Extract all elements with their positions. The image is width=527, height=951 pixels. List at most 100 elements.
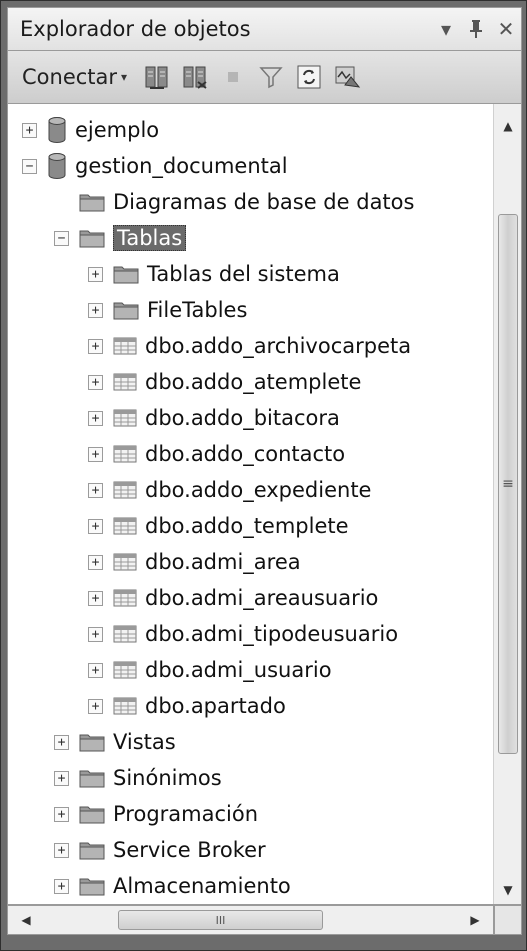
table-icon (113, 408, 137, 428)
expand-icon[interactable]: + (54, 734, 69, 750)
panel-title: Explorador de objetos (20, 17, 251, 41)
grip-icon: III (215, 913, 226, 927)
tree-node-label: dbo.addo_atemplete (145, 370, 362, 394)
connect-server-icon[interactable] (139, 59, 175, 95)
folder-icon (79, 732, 105, 752)
tree-node[interactable]: + dbo.addo_templete (88, 508, 349, 544)
tree-node[interactable]: + dbo.addo_archivocarpeta (88, 328, 411, 364)
window-position-dropdown-icon[interactable]: ▾ (431, 14, 461, 44)
expand-icon[interactable]: + (54, 842, 69, 858)
tree-node[interactable]: + dbo.admi_areausuario (88, 580, 378, 616)
tree-node-label: dbo.addo_templete (145, 514, 349, 538)
horizontal-scroll-thumb[interactable]: III (118, 910, 323, 930)
tree-node[interactable]: + dbo.admi_tipodeusuario (88, 616, 398, 652)
tree-node[interactable]: + dbo.addo_atemplete (88, 364, 361, 400)
tree-node[interactable]: + dbo.addo_bitacora (88, 400, 340, 436)
tree-node[interactable]: + Almacenamiento (54, 868, 291, 904)
table-icon (113, 660, 137, 680)
vertical-scroll-thumb[interactable]: ≡ (498, 214, 518, 754)
expand-icon[interactable]: + (88, 482, 103, 498)
tree-node[interactable]: + dbo.admi_area (88, 544, 301, 580)
tree-node[interactable]: + Tablas del sistema (88, 256, 340, 292)
tree-node-label: dbo.apartado (145, 694, 286, 718)
table-icon (113, 480, 137, 500)
tree-node[interactable]: + FileTables (88, 292, 247, 328)
table-icon (113, 588, 137, 608)
tree-node-label: Diagramas de base de datos (113, 190, 415, 214)
connect-button[interactable]: Conectar ▾ (22, 65, 127, 89)
expand-icon[interactable]: + (88, 662, 103, 678)
expand-icon[interactable]: + (22, 122, 37, 138)
tree-node[interactable]: + Service Broker (54, 832, 266, 868)
activity-monitor-icon[interactable] (329, 59, 365, 95)
expand-icon[interactable]: + (88, 410, 103, 426)
refresh-icon[interactable] (291, 59, 327, 95)
expand-icon[interactable]: + (88, 446, 103, 462)
auto-hide-pin-icon[interactable] (461, 14, 491, 44)
expand-icon[interactable]: + (88, 518, 103, 534)
scroll-up-icon[interactable]: ▲ (494, 112, 521, 140)
expand-icon[interactable]: + (54, 806, 69, 822)
tree-node[interactable]: + Sinónimos (54, 760, 222, 796)
object-explorer-panel: Explorador de objetos ▾ ✕ Conectar ▾ + e… (0, 0, 527, 951)
tree-node[interactable]: + Vistas (54, 724, 176, 760)
database-icon (47, 116, 67, 144)
collapse-icon[interactable]: − (54, 230, 69, 246)
tree-node[interactable]: + dbo.admi_usuario (88, 652, 332, 688)
table-icon (113, 624, 137, 644)
collapse-icon[interactable]: − (22, 158, 37, 174)
tree-node-label: dbo.addo_contacto (145, 442, 346, 466)
tree-node[interactable]: + dbo.addo_contacto (88, 436, 345, 472)
expand-icon[interactable]: + (88, 590, 103, 606)
expand-icon[interactable]: + (54, 878, 69, 894)
folder-icon (79, 804, 105, 824)
disconnect-server-icon[interactable] (177, 59, 213, 95)
expand-icon[interactable]: + (88, 266, 103, 282)
tree-node[interactable]: + ejemplo (22, 112, 159, 148)
tree-node[interactable]: + dbo.apartado (88, 688, 286, 724)
table-icon (113, 696, 137, 716)
folder-icon (79, 840, 105, 860)
tree-node-label: Tablas (113, 225, 187, 251)
expand-icon[interactable]: + (88, 374, 103, 390)
expand-icon[interactable]: + (88, 626, 103, 642)
horizontal-scrollbar[interactable]: ◀ III ▶ (7, 905, 494, 935)
expand-icon[interactable]: + (88, 338, 103, 354)
tree-node[interactable]: + dbo.addo_expediente (88, 472, 371, 508)
object-tree: + ejemplo − gestion_documental Diagramas de … (8, 104, 494, 904)
table-icon (113, 516, 137, 536)
scroll-right-icon[interactable]: ▶ (461, 906, 489, 934)
tree-node-label: Tablas del sistema (147, 262, 340, 286)
chevron-down-icon[interactable]: ▾ (121, 70, 127, 84)
tree-node[interactable]: + Programación (54, 796, 258, 832)
tree-node-label: dbo.admi_tipodeusuario (145, 622, 399, 646)
table-icon (113, 336, 137, 356)
object-tree-view[interactable]: + ejemplo − gestion_documental Diagramas de … (7, 103, 522, 905)
tree-node[interactable]: − gestion_documental (22, 148, 288, 184)
tree-node-label: dbo.admi_areausuario (145, 586, 379, 610)
vertical-scrollbar[interactable]: ▲ ≡ ▼ (493, 104, 521, 904)
tree-node[interactable]: − Tablas (54, 220, 187, 256)
filter-icon[interactable] (253, 59, 289, 95)
tree-node-label: FileTables (147, 298, 248, 322)
tree-node-label: dbo.admi_area (145, 550, 301, 574)
expand-icon[interactable]: + (88, 302, 103, 318)
stop-icon[interactable] (215, 59, 251, 95)
table-icon (113, 372, 137, 392)
folder-icon (79, 768, 105, 788)
tree-node[interactable]: Diagramas de base de datos (54, 184, 414, 220)
scroll-left-icon[interactable]: ◀ (12, 906, 40, 934)
expand-icon[interactable]: + (88, 554, 103, 570)
scroll-down-icon[interactable]: ▼ (494, 876, 521, 904)
explorer-toolbar: Conectar ▾ (7, 51, 522, 103)
tree-node-label: dbo.addo_expediente (145, 478, 372, 502)
close-icon[interactable]: ✕ (491, 14, 521, 44)
database-icon (47, 152, 67, 180)
folder-icon (113, 300, 139, 320)
folder-icon (113, 264, 139, 284)
tree-node-label: dbo.addo_bitacora (145, 406, 340, 430)
tree-node-label: Programación (113, 802, 259, 826)
table-icon (113, 552, 137, 572)
expand-icon[interactable]: + (54, 770, 69, 786)
expand-icon[interactable]: + (88, 698, 103, 714)
